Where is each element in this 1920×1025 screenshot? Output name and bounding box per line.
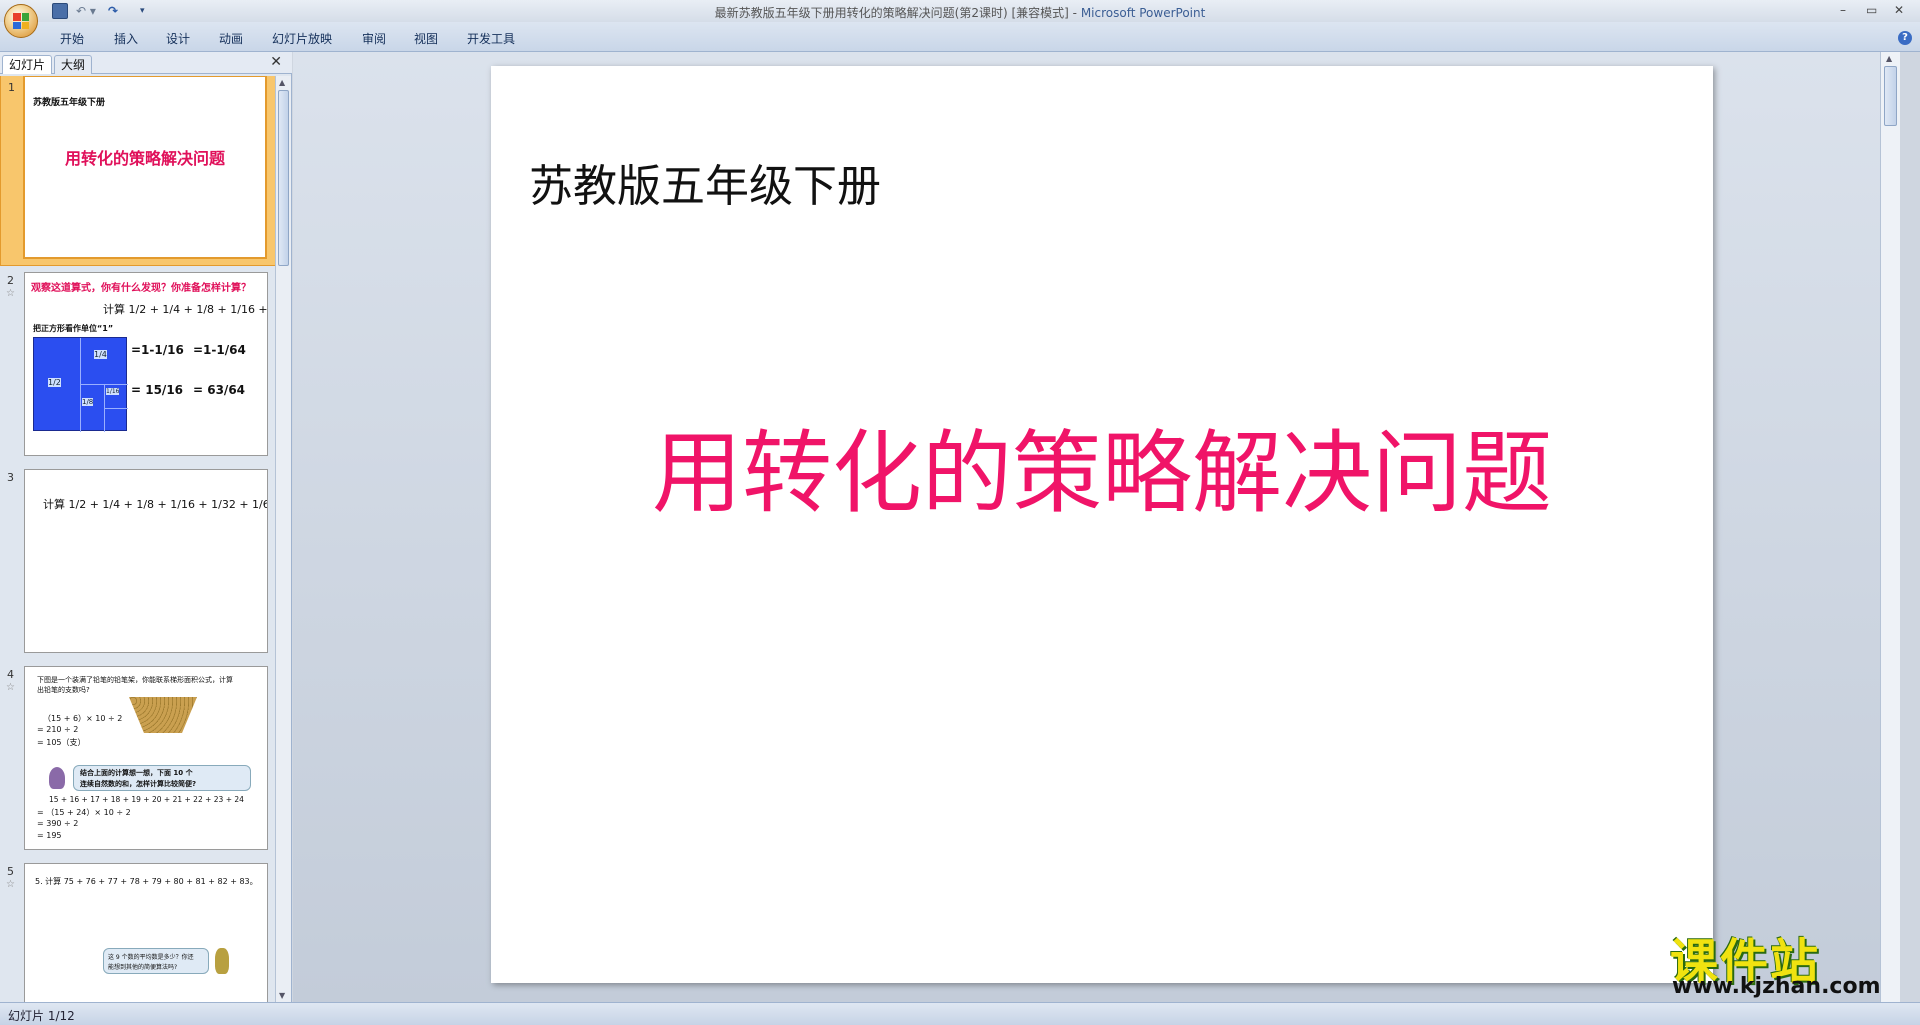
slide-thumbnail[interactable]: 5. 计算 75 + 76 + 77 + 78 + 79 + 80 + 81 +… bbox=[24, 863, 268, 1002]
slide-counter: 幻灯片 1/12 bbox=[8, 1009, 75, 1023]
tab-slides[interactable]: 幻灯片 bbox=[2, 55, 53, 74]
animation-star-icon: ☆ bbox=[6, 879, 15, 890]
scroll-up-icon[interactable]: ▲ bbox=[279, 78, 285, 87]
cartoon-figure-picture bbox=[49, 767, 65, 789]
slide-number: 5 bbox=[7, 865, 14, 878]
panel-tabs: 幻灯片 大纲 ✕ bbox=[0, 52, 292, 74]
scroll-up-icon[interactable]: ▲ bbox=[1886, 54, 1892, 63]
scroll-thumb[interactable] bbox=[1884, 66, 1897, 126]
scroll-down-icon[interactable]: ▼ bbox=[279, 991, 285, 1000]
thumbnail-list: 1 苏教版五年级下册 用转化的策略解决问题 2 ☆ 观察这道算式，你有什么发现？… bbox=[0, 76, 276, 1002]
thumb-text: = 390 ÷ 2 bbox=[37, 819, 79, 828]
title-bar: ↶ ▾ ↷ ▾ 最新苏教版五年级下册用转化的策略解决问题(第2课时) [兼容模式… bbox=[0, 0, 1920, 22]
thumb-title: 用转化的策略解决问题 bbox=[64, 149, 225, 168]
close-icon[interactable]: ✕ bbox=[270, 54, 282, 70]
thumb-subtitle: 苏教版五年级下册 bbox=[33, 98, 106, 108]
slide-editing-area: 苏教版五年级下册 用转化的策略解决问题 ▲ bbox=[293, 52, 1900, 1002]
ribbon-tabs: 开始 插入 设计 动画 幻灯片放映 审阅 视图 开发工具 ? bbox=[0, 22, 1920, 52]
slide-thumbnail[interactable]: 计算 1/2 + 1/4 + 1/8 + 1/16 + 1/32 + 1/64 … bbox=[24, 469, 268, 653]
tab-home[interactable]: 开始 bbox=[60, 30, 84, 47]
tab-slideshow[interactable]: 幻灯片放映 bbox=[272, 30, 332, 47]
slide-number: 1 bbox=[8, 81, 15, 94]
thumb-text: 这 9 个数的平均数是多少？你还 bbox=[108, 954, 194, 961]
animation-star-icon: ☆ bbox=[6, 288, 15, 299]
thumb-text: 连续自然数的和，怎样计算比较简便? bbox=[80, 780, 197, 788]
cartoon-figure-picture bbox=[215, 948, 229, 974]
tab-review[interactable]: 审阅 bbox=[362, 30, 386, 47]
slides-panel: 幻灯片 大纲 ✕ 1 苏教版五年级下册 用转化的策略解决问题 2 ☆ 观察这道算… bbox=[0, 52, 292, 1002]
fraction-quarter: 1/4 bbox=[94, 350, 107, 359]
pencil-holder-picture bbox=[129, 697, 197, 733]
tab-outline[interactable]: 大纲 bbox=[54, 55, 93, 74]
slide-scrollbar[interactable]: ▲ bbox=[1880, 52, 1900, 1002]
help-icon[interactable]: ? bbox=[1898, 31, 1912, 45]
slide-number: 2 bbox=[7, 274, 14, 287]
slide-title[interactable]: 用转化的策略解决问题 bbox=[491, 400, 1713, 530]
fraction-sixteenth: 1/16 bbox=[106, 388, 120, 395]
speech-bubble: 结合上面的计算想一想，下面 10 个 连续自然数的和，怎样计算比较简便? bbox=[73, 765, 251, 791]
slide-thumbnail[interactable]: 苏教版五年级下册 用转化的策略解决问题 bbox=[23, 76, 267, 259]
thumb-text: = 105（支） bbox=[37, 738, 86, 747]
thumb-text: 5. 计算 75 + 76 + 77 + 78 + 79 + 80 + 81 +… bbox=[35, 877, 258, 886]
thumb-eq3: = 15/16 bbox=[131, 383, 184, 397]
status-bar: 幻灯片 1/12 bbox=[0, 1002, 1920, 1025]
maximize-button[interactable]: ▭ bbox=[1866, 3, 1877, 17]
slide-subtitle[interactable]: 苏教版五年级下册 bbox=[529, 150, 881, 214]
scroll-thumb[interactable] bbox=[278, 90, 289, 266]
thumb-text: （15 + 6）× 10 ÷ 2 bbox=[43, 714, 123, 723]
thumbnail-scrollbar[interactable]: ▲ ▼ bbox=[275, 76, 291, 1002]
slide-number: 3 bbox=[7, 471, 14, 484]
thumb-question: 观察这道算式，你有什么发现？你准备怎样计算？ bbox=[31, 283, 251, 294]
thumbnail-row[interactable]: 1 苏教版五年级下册 用转化的策略解决问题 bbox=[0, 76, 276, 266]
tab-developer[interactable]: 开发工具 bbox=[467, 30, 515, 47]
thumb-calc: 计算 1/2 + 1/4 + 1/8 + 1/16 + 1/32 + 1/64 … bbox=[43, 498, 267, 511]
thumb-text: 能想到其他的简便算法吗? bbox=[108, 964, 178, 971]
watermark-url: www.kjzhan.com bbox=[1672, 974, 1881, 999]
slide-number: 4 bbox=[7, 668, 14, 681]
office-button[interactable] bbox=[4, 4, 38, 38]
fraction-half: 1/2 bbox=[48, 378, 61, 387]
fraction-eighth: 1/8 bbox=[82, 398, 94, 406]
thumb-unit-label: 把正方形看作单位“1” bbox=[33, 324, 114, 333]
square-diagram: 1/2 1/4 1/8 1/16 bbox=[33, 337, 128, 432]
thumb-eq1: =1-1/16 bbox=[131, 343, 184, 357]
thumb-eq4: = 63/64 bbox=[193, 383, 246, 397]
tab-view[interactable]: 视图 bbox=[414, 30, 438, 47]
thumb-text: = 195 bbox=[37, 831, 62, 840]
animation-star-icon: ☆ bbox=[6, 682, 15, 693]
office-logo-icon bbox=[13, 13, 29, 29]
window-title: 最新苏教版五年级下册用转化的策略解决问题(第2课时) [兼容模式] - Micr… bbox=[714, 6, 1206, 20]
close-button[interactable]: ✕ bbox=[1894, 3, 1904, 17]
thumb-calc: 计算 1/2 + 1/4 + 1/8 + 1/16 + 1/32 + 1/64 bbox=[103, 303, 268, 316]
thumb-text: 15 + 16 + 17 + 18 + 19 + 20 + 21 + 22 + … bbox=[49, 795, 244, 804]
thumb-eq2: =1-1/64 bbox=[193, 343, 246, 357]
slide-thumbnail[interactable]: 观察这道算式，你有什么发现？你准备怎样计算？ 计算 1/2 + 1/4 + 1/… bbox=[24, 272, 268, 456]
thumb-text: 结合上面的计算想一想，下面 10 个 bbox=[80, 769, 193, 777]
tab-insert[interactable]: 插入 bbox=[114, 30, 138, 47]
tab-design[interactable]: 设计 bbox=[166, 30, 190, 47]
thumb-text: = 210 ÷ 2 bbox=[37, 725, 79, 734]
tab-animations[interactable]: 动画 bbox=[219, 30, 243, 47]
minimize-button[interactable]: – bbox=[1840, 3, 1846, 17]
current-slide[interactable]: 苏教版五年级下册 用转化的策略解决问题 bbox=[491, 66, 1713, 983]
watermark: 课件站 www.kjzhan.com bbox=[1668, 922, 1900, 1002]
thumb-text: 出铅笔的支数吗? bbox=[37, 686, 90, 694]
speech-bubble: 这 9 个数的平均数是多少？你还 能想到其他的简便算法吗? bbox=[103, 948, 209, 974]
thumb-text: 下图是一个装满了铅笔的铅笔架，你能联系梯形面积公式，计算 bbox=[37, 676, 233, 684]
slide-thumbnail[interactable]: 下图是一个装满了铅笔的铅笔架，你能联系梯形面积公式，计算 出铅笔的支数吗? （1… bbox=[24, 666, 268, 850]
thumb-text: = （15 + 24）× 10 ÷ 2 bbox=[37, 808, 131, 817]
